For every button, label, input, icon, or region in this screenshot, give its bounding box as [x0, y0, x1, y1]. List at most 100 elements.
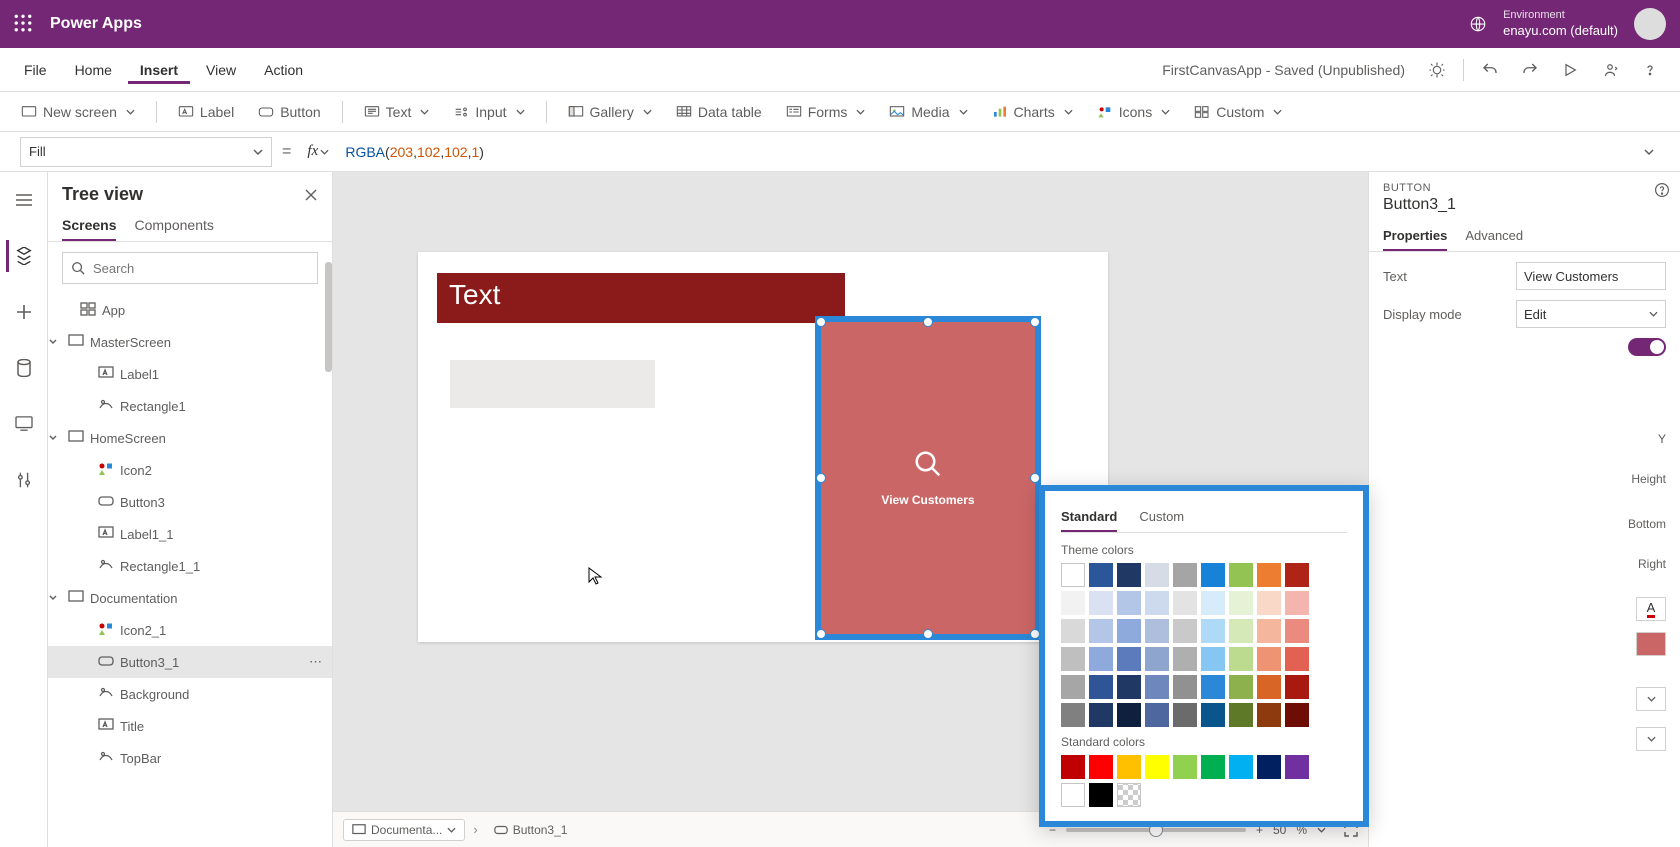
redo-icon[interactable]: [1512, 52, 1548, 88]
help-icon[interactable]: [1654, 182, 1670, 198]
tree-item-title[interactable]: Title: [48, 710, 332, 742]
color-swatch[interactable]: [1117, 563, 1141, 587]
color-swatch[interactable]: [1117, 647, 1141, 671]
color-swatch[interactable]: [1061, 755, 1085, 779]
zoom-dropdown-icon[interactable]: [1317, 827, 1326, 833]
color-swatch[interactable]: [1061, 563, 1085, 587]
menu-insert[interactable]: Insert: [128, 56, 190, 84]
expand-formula-icon[interactable]: [1638, 149, 1660, 155]
selected-button[interactable]: View Customers: [815, 316, 1041, 640]
color-swatch[interactable]: [1173, 675, 1197, 699]
color-swatch[interactable]: [1173, 591, 1197, 615]
color-swatch[interactable]: [1257, 591, 1281, 615]
color-swatch[interactable]: [1229, 647, 1253, 671]
tree-item-documentation[interactable]: Documentation: [48, 582, 332, 614]
color-swatch[interactable]: [1089, 563, 1113, 587]
color-swatch[interactable]: [1089, 755, 1113, 779]
tree-item-label1_1[interactable]: Label1_1: [48, 518, 332, 550]
tab-screens[interactable]: Screens: [62, 209, 116, 241]
font-color-button[interactable]: A: [1636, 597, 1666, 621]
color-swatch[interactable]: [1089, 703, 1113, 727]
color-swatch[interactable]: [1201, 755, 1225, 779]
tree-item-label1[interactable]: Label1: [48, 358, 332, 390]
color-swatch[interactable]: [1285, 563, 1309, 587]
color-swatch[interactable]: [1089, 675, 1113, 699]
color-swatch[interactable]: [1257, 619, 1281, 643]
color-swatch[interactable]: [1061, 703, 1085, 727]
tree-item-button3[interactable]: Button3: [48, 486, 332, 518]
color-swatch[interactable]: [1201, 675, 1225, 699]
tools-icon[interactable]: [8, 464, 40, 496]
undo-icon[interactable]: [1472, 52, 1508, 88]
datatable-button[interactable]: Data table: [667, 99, 771, 125]
color-swatch[interactable]: [1145, 591, 1169, 615]
tab-properties[interactable]: Properties: [1383, 222, 1447, 251]
color-swatch[interactable]: [1089, 619, 1113, 643]
tree-item-homescreen[interactable]: HomeScreen: [48, 422, 332, 454]
control-name[interactable]: Button3_1: [1383, 196, 1666, 214]
breadcrumb-screen[interactable]: Documenta...: [343, 819, 465, 841]
color-swatch[interactable]: [1201, 647, 1225, 671]
media-button[interactable]: Media: [880, 99, 976, 125]
color-swatch[interactable]: [1285, 703, 1309, 727]
formula-input[interactable]: RGBA(203, 102, 102, 1): [345, 144, 1628, 160]
border-dropdown[interactable]: [1636, 687, 1666, 711]
property-selector[interactable]: Fill: [20, 137, 272, 167]
avatar[interactable]: [1634, 8, 1666, 40]
color-swatch[interactable]: [1061, 591, 1085, 615]
share-icon[interactable]: [1592, 52, 1628, 88]
canvas-label-text[interactable]: Text: [437, 273, 845, 323]
color-swatch[interactable]: [1061, 647, 1085, 671]
treeview-icon[interactable]: [6, 240, 38, 272]
custom-button[interactable]: Custom: [1185, 99, 1291, 125]
app-checker-icon[interactable]: [1419, 52, 1455, 88]
tab-components[interactable]: Components: [134, 209, 213, 241]
tab-advanced[interactable]: Advanced: [1465, 222, 1523, 251]
color-swatch[interactable]: [1117, 703, 1141, 727]
color-swatch[interactable]: [1145, 675, 1169, 699]
picker-tab-custom[interactable]: Custom: [1139, 505, 1184, 532]
visible-toggle[interactable]: [1628, 338, 1666, 356]
picker-tab-standard[interactable]: Standard: [1061, 505, 1117, 532]
color-swatch[interactable]: [1061, 619, 1085, 643]
charts-button[interactable]: Charts: [983, 99, 1082, 125]
color-swatch[interactable]: [1229, 675, 1253, 699]
color-swatch[interactable]: [1117, 591, 1141, 615]
close-icon[interactable]: [304, 188, 318, 202]
color-swatch[interactable]: [1173, 647, 1197, 671]
color-swatch[interactable]: [1117, 675, 1141, 699]
icons-button[interactable]: Icons: [1088, 99, 1179, 125]
color-swatch[interactable]: [1145, 563, 1169, 587]
menu-view[interactable]: View: [194, 56, 248, 84]
label-button[interactable]: Label: [169, 99, 243, 125]
media-rail-icon[interactable]: [8, 408, 40, 440]
color-swatch[interactable]: [1201, 563, 1225, 587]
help-icon[interactable]: [1632, 52, 1668, 88]
environment-icon[interactable]: [1469, 15, 1487, 33]
color-swatch[interactable]: [1229, 703, 1253, 727]
color-swatch[interactable]: [1173, 619, 1197, 643]
new-screen-button[interactable]: New screen: [12, 99, 144, 125]
tree-item-rectangle1_1[interactable]: Rectangle1_1: [48, 550, 332, 582]
fx-button[interactable]: fx: [301, 143, 335, 160]
gallery-button[interactable]: Gallery: [559, 99, 661, 125]
more-dropdown[interactable]: [1636, 727, 1666, 751]
color-swatch[interactable]: [1285, 647, 1309, 671]
color-swatch[interactable]: [1201, 703, 1225, 727]
fill-swatch[interactable]: [1636, 632, 1666, 656]
breadcrumb-control[interactable]: Button3_1: [486, 820, 576, 840]
color-swatch[interactable]: [1061, 783, 1085, 807]
color-swatch[interactable]: [1201, 619, 1225, 643]
color-swatch[interactable]: [1089, 647, 1113, 671]
color-swatch[interactable]: [1117, 783, 1141, 807]
menu-action[interactable]: Action: [252, 56, 315, 84]
tree-item-icon2_1[interactable]: Icon2_1: [48, 614, 332, 646]
tree-item-background[interactable]: Background: [48, 678, 332, 710]
tree-item-topbar[interactable]: TopBar: [48, 742, 332, 774]
prop-displaymode-value[interactable]: Edit: [1516, 300, 1666, 328]
screen-surface[interactable]: Text View Customers: [418, 252, 1108, 642]
color-swatch[interactable]: [1173, 703, 1197, 727]
more-icon[interactable]: ⋯: [309, 654, 322, 670]
canvas-placeholder-box[interactable]: [450, 360, 655, 408]
color-swatch[interactable]: [1201, 591, 1225, 615]
